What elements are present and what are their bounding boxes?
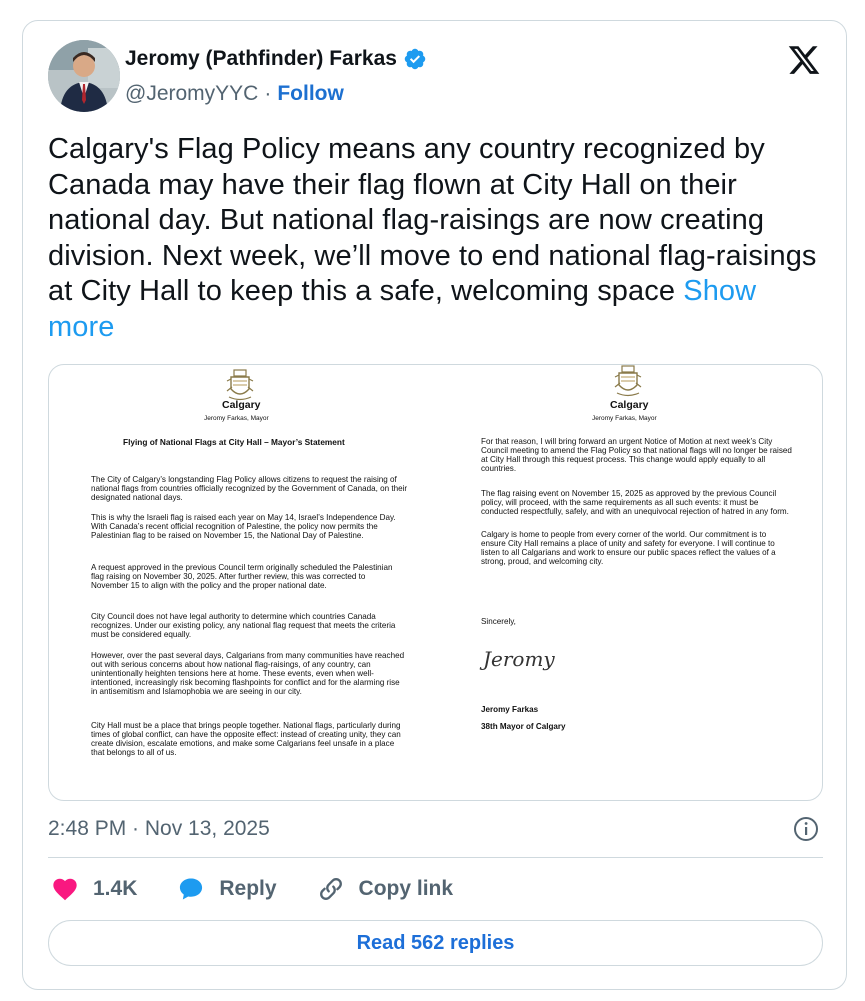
document-title: Flying of National Flags at City Hall – … <box>123 437 345 447</box>
follow-button[interactable]: Follow <box>277 82 344 106</box>
signature: Jeromy <box>483 647 555 671</box>
tweet-timestamp[interactable]: 2:48 PM · Nov 13, 2025 <box>48 817 270 841</box>
handle-separator: · <box>264 82 272 105</box>
document-mayor-line: Jeromy Farkas, Mayor <box>592 415 657 422</box>
document-paragraph: This is why the Israeli flag is raised e… <box>91 513 396 541</box>
copy-link-button[interactable]: Copy link <box>317 875 454 903</box>
like-count: 1.4K <box>93 877 138 900</box>
document-page-left: Calgary Jeromy Farkas, Mayor Flying of N… <box>49 365 437 800</box>
document-mayor-line: Jeromy Farkas, Mayor <box>204 415 269 422</box>
document-closing: Sincerely, <box>481 617 516 626</box>
link-icon <box>319 878 342 900</box>
document-paragraph: For that reason, I will bring forward an… <box>481 437 792 474</box>
copy-link-label: Copy link <box>358 877 454 900</box>
divider <box>48 857 823 858</box>
document-paragraph: City Council does not have legal authori… <box>91 612 396 640</box>
document-paragraph: The flag raising event on November 15, 2… <box>481 489 789 517</box>
document-paragraph: However, over the past several days, Cal… <box>91 651 405 697</box>
tweet-text: Calgary's Flag Policy means any country … <box>48 132 828 346</box>
document-city-name: Calgary <box>610 399 649 411</box>
like-button[interactable]: 1.4K <box>51 875 137 903</box>
author-handle[interactable]: @JeromyYYC <box>125 82 258 106</box>
document-signer-name: Jeromy Farkas <box>481 705 539 714</box>
document-page-right: Calgary Jeromy Farkas, Mayor For that re… <box>437 365 822 800</box>
info-icon[interactable] <box>792 815 820 843</box>
reply-button[interactable]: Reply <box>177 875 277 903</box>
document-signer-title: 38th Mayor of Calgary <box>481 722 566 731</box>
read-replies-button[interactable]: Read 562 replies <box>48 920 823 966</box>
city-crest-icon <box>226 369 254 401</box>
verified-badge-icon <box>404 48 426 70</box>
x-logo-icon[interactable] <box>786 43 822 77</box>
reply-label: Reply <box>219 877 277 900</box>
city-crest-icon <box>614 365 642 397</box>
author-name-row: Jeromy (Pathfinder) Farkas <box>125 47 427 71</box>
avatar[interactable] <box>48 40 120 112</box>
read-replies-label: Read 562 replies <box>356 931 515 954</box>
document-paragraph: A request approved in the previous Counc… <box>91 563 393 591</box>
document-paragraph: Calgary is home to people from every cor… <box>481 530 776 567</box>
document-paragraph: City Hall must be a place that brings pe… <box>91 721 401 758</box>
author-handle-row: @JeromyYYC · Follow <box>125 82 344 106</box>
heart-icon <box>53 878 77 901</box>
attached-image[interactable]: Calgary Jeromy Farkas, Mayor Flying of N… <box>48 364 823 801</box>
document-paragraph: The City of Calgary’s longstanding Flag … <box>91 475 408 503</box>
author-name[interactable]: Jeromy (Pathfinder) Farkas <box>125 47 397 71</box>
action-bar: 1.4K Reply Copy link <box>51 875 493 903</box>
tweet-card: Jeromy (Pathfinder) Farkas @JeromyYYC · … <box>22 20 847 990</box>
speech-bubble-icon <box>180 878 203 900</box>
document-city-name: Calgary <box>222 399 261 411</box>
